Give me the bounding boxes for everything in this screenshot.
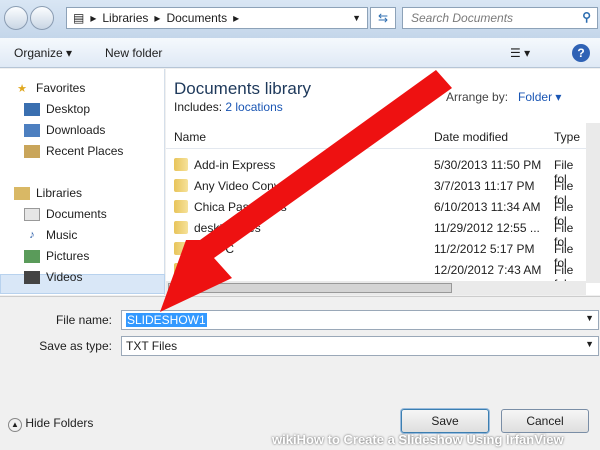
red-arrow-annotation <box>160 70 452 312</box>
watermark: wikiHow to Create a Slideshow Using Irfa… <box>272 432 564 447</box>
